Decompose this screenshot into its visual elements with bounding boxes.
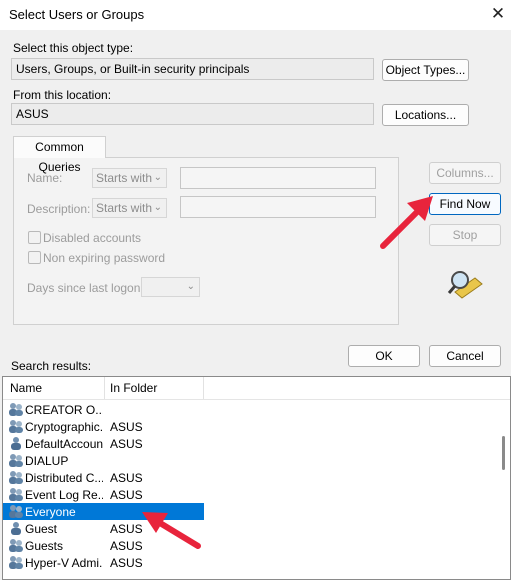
row-folder: ASUS xyxy=(110,556,143,570)
user-icon xyxy=(11,437,21,450)
columns-button[interactable]: Columns... xyxy=(429,162,501,184)
chevron-down-icon: ⌄ xyxy=(153,172,162,183)
row-folder: ASUS xyxy=(110,539,143,553)
stop-button[interactable]: Stop xyxy=(429,224,501,246)
row-folder: ASUS xyxy=(110,471,143,485)
object-types-button[interactable]: Object Types... xyxy=(382,59,469,81)
name-label: Name: xyxy=(27,171,63,185)
column-divider[interactable] xyxy=(203,377,204,399)
column-divider[interactable] xyxy=(104,377,105,399)
column-header-name[interactable]: Name xyxy=(10,381,42,395)
table-row[interactable]: Event Log Re... ASUS xyxy=(3,486,503,503)
search-magnifier-icon xyxy=(447,271,483,299)
description-match-select[interactable]: Starts with ⌄ xyxy=(92,198,167,218)
days-label: Days since last logon: xyxy=(27,281,144,295)
cancel-button[interactable]: Cancel xyxy=(429,345,501,367)
group-icon xyxy=(9,539,23,552)
description-label: Description: xyxy=(27,202,91,216)
name-match-select[interactable]: Starts with ⌄ xyxy=(92,168,167,188)
group-icon xyxy=(9,505,23,518)
column-header-folder[interactable]: In Folder xyxy=(110,381,157,395)
table-row[interactable]: Distributed C... ASUS xyxy=(3,469,503,486)
row-name: Cryptographic... xyxy=(25,420,103,434)
object-type-field: Users, Groups, or Built-in security prin… xyxy=(11,58,374,80)
chevron-down-icon: ⌄ xyxy=(186,281,195,292)
table-row[interactable]: Everyone xyxy=(3,503,503,520)
table-row[interactable]: DefaultAccount ASUS xyxy=(3,435,503,452)
row-name: Event Log Re... xyxy=(25,488,103,502)
row-name: DIALUP xyxy=(25,454,69,468)
name-input[interactable] xyxy=(180,167,376,189)
results-list[interactable]: Name In Folder CREATOR O... Cryptographic… xyxy=(2,376,511,580)
window-title: Select Users or Groups xyxy=(9,7,145,22)
name-match-value: Starts with xyxy=(96,171,153,185)
row-name: Hyper-V Admi... xyxy=(25,556,103,570)
table-row[interactable]: Guests ASUS xyxy=(3,537,503,554)
description-input[interactable] xyxy=(180,196,376,218)
group-icon xyxy=(9,471,23,484)
disabled-accounts-checkbox[interactable] xyxy=(28,231,41,244)
days-select[interactable]: ⌄ xyxy=(141,277,200,297)
find-now-button[interactable]: Find Now xyxy=(429,193,501,215)
row-folder: ASUS xyxy=(110,488,143,502)
locations-button[interactable]: Locations... xyxy=(382,104,469,126)
table-row[interactable]: Hyper-V Admi... ASUS xyxy=(3,554,503,571)
table-row[interactable]: Guest ASUS xyxy=(3,520,503,537)
table-row[interactable]: DIALUP xyxy=(3,452,503,469)
close-icon[interactable]: ✕ xyxy=(488,4,508,24)
row-name: Guest xyxy=(25,522,58,536)
row-name: Everyone xyxy=(25,505,76,519)
chevron-down-icon: ⌄ xyxy=(153,202,162,213)
vertical-scrollbar[interactable] xyxy=(503,400,510,579)
search-results-label: Search results: xyxy=(11,359,92,373)
disabled-accounts-label: Disabled accounts xyxy=(43,231,142,245)
row-folder: ASUS xyxy=(110,522,143,536)
ok-button[interactable]: OK xyxy=(348,345,420,367)
row-name: DefaultAccount xyxy=(25,437,103,451)
results-header: Name In Folder xyxy=(3,377,510,400)
object-type-label: Select this object type: xyxy=(13,41,134,55)
non-expiring-checkbox[interactable] xyxy=(28,251,41,264)
location-label: From this location: xyxy=(13,88,112,102)
non-expiring-label: Non expiring password xyxy=(43,251,166,265)
location-field: ASUS xyxy=(11,103,374,125)
group-icon xyxy=(9,420,23,433)
group-icon xyxy=(9,488,23,501)
scrollbar-thumb[interactable] xyxy=(502,436,505,470)
group-icon xyxy=(9,403,23,416)
group-icon xyxy=(9,454,23,467)
group-icon xyxy=(9,556,23,569)
row-folder: ASUS xyxy=(110,437,143,451)
user-icon xyxy=(11,522,21,535)
row-name: Distributed C... xyxy=(25,471,103,485)
tab-common-queries[interactable]: Common Queries xyxy=(13,136,106,174)
table-row[interactable]: Cryptographic... ASUS xyxy=(3,418,503,435)
row-name: Guests xyxy=(25,539,64,553)
row-name: CREATOR O... xyxy=(25,403,103,417)
row-folder: ASUS xyxy=(110,420,143,434)
description-match-value: Starts with xyxy=(96,201,153,215)
table-row[interactable]: CREATOR O... xyxy=(3,401,503,418)
